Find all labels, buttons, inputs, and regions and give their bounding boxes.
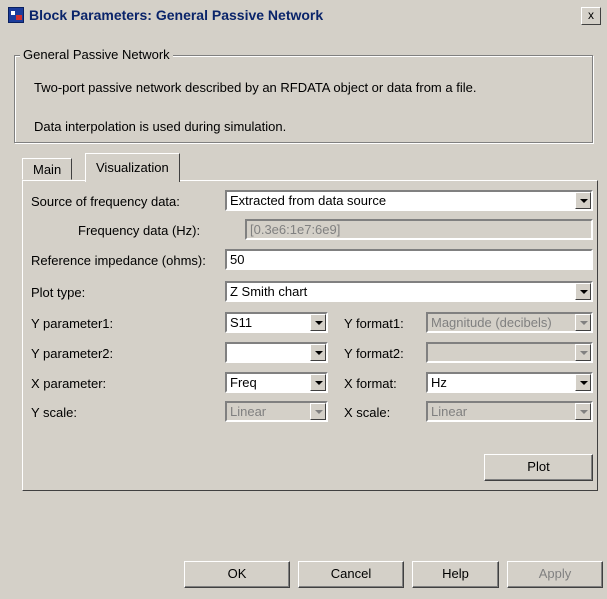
source-of-frequency-data-select[interactable]: Extracted from data source xyxy=(225,190,593,211)
reference-impedance-field[interactable]: 50 xyxy=(225,249,593,270)
chevron-down-icon xyxy=(310,403,326,420)
y-format1-select: Magnitude (decibels) xyxy=(426,312,593,333)
apply-button: Apply xyxy=(507,561,603,588)
y-format2-select xyxy=(426,342,593,363)
y-scale-value: Linear xyxy=(230,404,267,419)
y-parameter1-value: S11 xyxy=(230,315,253,330)
y-format1-value: Magnitude (decibels) xyxy=(431,315,552,330)
ok-button[interactable]: OK xyxy=(184,561,290,588)
y-format2-label: Y format2: xyxy=(344,346,404,361)
interpolation-note: Data interpolation is used during simula… xyxy=(34,119,287,134)
chevron-down-icon[interactable] xyxy=(575,374,591,391)
simulink-block-icon xyxy=(8,7,24,23)
tab-visualization[interactable]: Visualization xyxy=(85,153,180,182)
cancel-button[interactable]: Cancel xyxy=(298,561,404,588)
source-of-frequency-data-label: Source of frequency data: xyxy=(31,194,180,209)
x-scale-select: Linear xyxy=(426,401,593,422)
window-title: Block Parameters: General Passive Networ… xyxy=(29,7,324,23)
x-format-label: X format: xyxy=(344,376,397,391)
title-bar: Block Parameters: General Passive Networ… xyxy=(0,0,607,30)
x-scale-value: Linear xyxy=(431,404,468,419)
y-scale-label: Y scale: xyxy=(31,405,78,420)
y-parameter1-label: Y parameter1: xyxy=(31,316,114,331)
reference-impedance-value: 50 xyxy=(230,252,245,267)
y-format1-label: Y format1: xyxy=(344,316,404,331)
close-button[interactable]: x xyxy=(581,7,601,25)
frequency-data-field: [0.3e6:1e7:6e9] xyxy=(245,219,593,240)
description-text: Two-port passive network described by an… xyxy=(34,80,477,95)
plot-type-label: Plot type: xyxy=(31,285,86,300)
x-parameter-label: X parameter: xyxy=(31,376,107,391)
chevron-down-icon[interactable] xyxy=(310,374,326,391)
plot-type-value: Z Smith chart xyxy=(230,284,308,299)
chevron-down-icon[interactable] xyxy=(575,192,591,209)
x-parameter-value: Freq xyxy=(230,375,257,390)
y-parameter1-select[interactable]: S11 xyxy=(225,312,328,333)
help-button[interactable]: Help xyxy=(412,561,499,588)
chevron-down-icon[interactable] xyxy=(310,314,326,331)
chevron-down-icon xyxy=(575,344,591,361)
y-parameter2-label: Y parameter2: xyxy=(31,346,114,361)
frequency-data-label: Frequency data (Hz): xyxy=(78,223,201,238)
groupbox-legend: General Passive Network xyxy=(20,47,173,62)
chevron-down-icon[interactable] xyxy=(310,344,326,361)
chevron-down-icon[interactable] xyxy=(575,283,591,300)
source-value: Extracted from data source xyxy=(230,193,387,208)
y-scale-select: Linear xyxy=(225,401,328,422)
chevron-down-icon xyxy=(575,314,591,331)
frequency-data-value: [0.3e6:1e7:6e9] xyxy=(250,222,341,237)
x-scale-label: X scale: xyxy=(344,405,391,420)
chevron-down-icon xyxy=(575,403,591,420)
y-parameter2-select[interactable] xyxy=(225,342,328,363)
x-parameter-select[interactable]: Freq xyxy=(225,372,328,393)
x-format-select[interactable]: Hz xyxy=(426,372,593,393)
plot-button[interactable]: Plot xyxy=(484,454,593,481)
tab-main[interactable]: Main xyxy=(22,158,73,180)
x-format-value: Hz xyxy=(431,375,447,390)
plot-type-select[interactable]: Z Smith chart xyxy=(225,281,593,302)
reference-impedance-label: Reference impedance (ohms): xyxy=(31,253,206,268)
